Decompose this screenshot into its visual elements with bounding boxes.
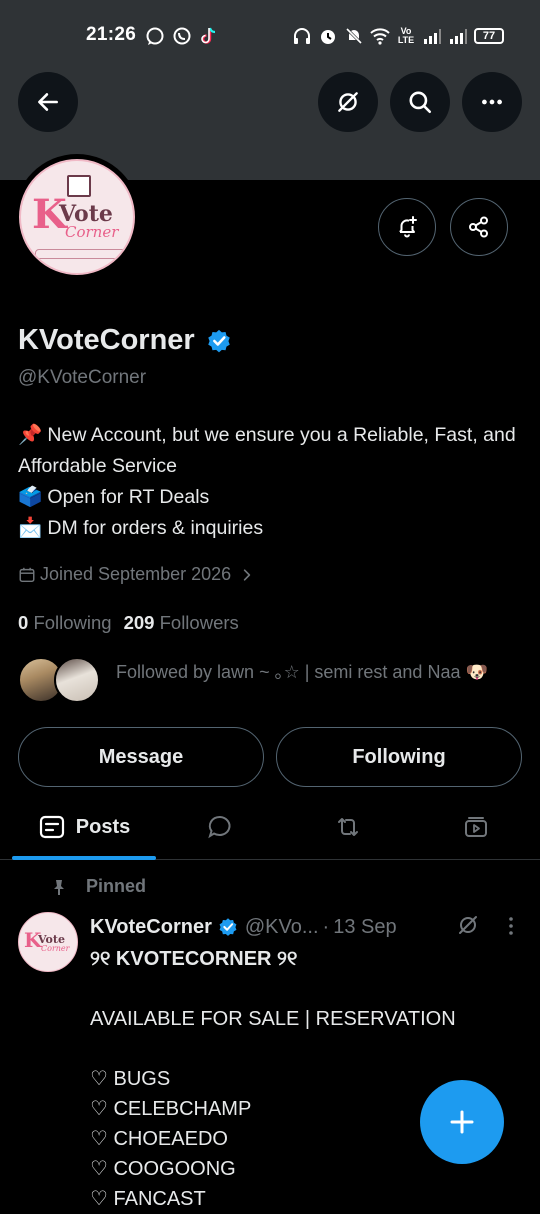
signal-icon-2 [448, 26, 468, 46]
following-label: Following [33, 612, 112, 633]
repost-icon [338, 818, 358, 836]
followers-count: 209 [123, 612, 155, 633]
active-tab-indicator [12, 856, 156, 860]
chevron-right-icon [243, 568, 251, 581]
post-more-button[interactable] [500, 915, 522, 943]
chat-bubble-icon [145, 26, 165, 46]
logo-strip [35, 249, 129, 259]
ballot-box-emoji: 🗳️ [18, 486, 43, 508]
bell-plus-icon [399, 216, 417, 238]
plus-icon [450, 1110, 474, 1134]
post-availability: AVAILABLE FOR SALE | RESERVATION [90, 1008, 456, 1030]
profile-name-row: KVoteCorner [18, 324, 233, 357]
post-title: ୨୧ KVOTECORNER ୨୧ [90, 948, 298, 970]
bio-line-1: New Account, but we ensure you a Reliabl… [18, 424, 516, 477]
ballot-box-icon [67, 175, 91, 197]
followed-by-row[interactable]: Followed by lawn ~ ｡☆ | semi rest and Na… [18, 655, 528, 715]
inbox-emoji: 📩 [18, 517, 43, 539]
signal-icon [422, 26, 442, 46]
wifi-icon [370, 26, 390, 46]
post-text[interactable]: ୨୧ KVOTECORNER ୨୧ AVAILABLE FOR SALE | R… [90, 944, 530, 1214]
tab-posts[interactable]: Posts [12, 795, 156, 860]
headphones-icon [292, 26, 312, 46]
bio-line-3: DM for orders & inquiries [47, 517, 264, 539]
profile-bio: 📌 New Account, but we ensure you a Relia… [18, 420, 528, 544]
bio-line-2: Open for RT Deals [47, 486, 210, 508]
posts-icon [39, 815, 64, 839]
following-count-link[interactable]: 0 Following [18, 612, 112, 634]
notifications-button[interactable] [378, 198, 436, 256]
grok-icon [338, 92, 358, 112]
pinned-label: Pinned [86, 876, 147, 896]
volte-label: Vo LTE [397, 26, 415, 45]
followers-count-link[interactable]: 209 Followers [124, 612, 239, 634]
post-author-name[interactable]: KVoteCorner [90, 916, 212, 939]
whatsapp-icon [172, 26, 192, 46]
more-horizontal-icon [482, 99, 502, 105]
alarm-icon [318, 26, 338, 46]
followed-by-text: Followed by lawn ~ ｡☆ | semi rest and Na… [116, 662, 488, 682]
tab-media[interactable] [446, 795, 506, 859]
search-icon [409, 91, 432, 114]
search-button[interactable] [390, 72, 450, 132]
tab-replies[interactable] [190, 795, 250, 859]
joined-date-row[interactable]: Joined September 2026 [18, 564, 255, 585]
post-verified-badge-icon [217, 916, 239, 938]
grok-button[interactable] [318, 72, 378, 132]
profile-handle: @KVoteCorner [18, 367, 147, 388]
post-separator: · [322, 915, 330, 938]
pin-icon [54, 879, 64, 895]
kvotecorner-logo: K Vote Corner [19, 159, 135, 275]
grok-icon [459, 916, 477, 934]
media-icon [465, 817, 487, 837]
status-bar: 21:26 Vo LTE 77 [0, 0, 540, 72]
more-options-button[interactable] [462, 72, 522, 132]
share-icon [469, 216, 488, 238]
followers-label: Followers [159, 612, 239, 633]
back-button[interactable] [18, 72, 78, 132]
arrow-left-icon [38, 93, 58, 111]
following-count: 0 [18, 612, 29, 633]
following-button[interactable]: Following [276, 727, 522, 787]
follow-counts: 0 Following 209 Followers [18, 612, 239, 634]
pinned-indicator: Pinned [50, 876, 146, 897]
logo-corner: Corner [65, 223, 119, 241]
profile-avatar[interactable]: K Vote Corner [14, 154, 140, 280]
reply-bubble-icon [208, 815, 231, 839]
more-vertical-icon [509, 917, 513, 935]
pushpin-emoji: 📌 [18, 424, 43, 446]
post-header: KVoteCorner @KVo... · 13 Sep [90, 913, 530, 941]
verified-badge-icon[interactable] [205, 327, 233, 355]
message-button[interactable]: Message [18, 727, 264, 787]
post-date[interactable]: 13 Sep [333, 916, 396, 939]
share-button[interactable] [450, 198, 508, 256]
post-blank-line-2 [90, 1034, 530, 1064]
post-author-handle: @KVo... [244, 915, 319, 938]
compose-post-button[interactable] [420, 1080, 504, 1164]
calendar-icon [19, 567, 35, 582]
profile-tabs: Posts [0, 795, 540, 860]
post-item: ♡ FANCAST [90, 1188, 206, 1210]
tab-reposts[interactable] [318, 795, 378, 859]
post-grok-button[interactable] [456, 913, 480, 943]
post-logo-corner: Corner [41, 944, 70, 953]
post-author-avatar[interactable]: K Vote Corner [18, 912, 78, 972]
tiktok-icon [199, 26, 219, 46]
tab-posts-label: Posts [75, 815, 131, 838]
battery-indicator: 77 [474, 28, 504, 44]
display-name: KVoteCorner [18, 324, 195, 356]
status-time: 21:26 [86, 24, 137, 45]
joined-date-text: Joined September 2026 [40, 564, 232, 584]
follower-avatar-2 [54, 657, 100, 703]
mute-bell-icon [344, 26, 364, 46]
